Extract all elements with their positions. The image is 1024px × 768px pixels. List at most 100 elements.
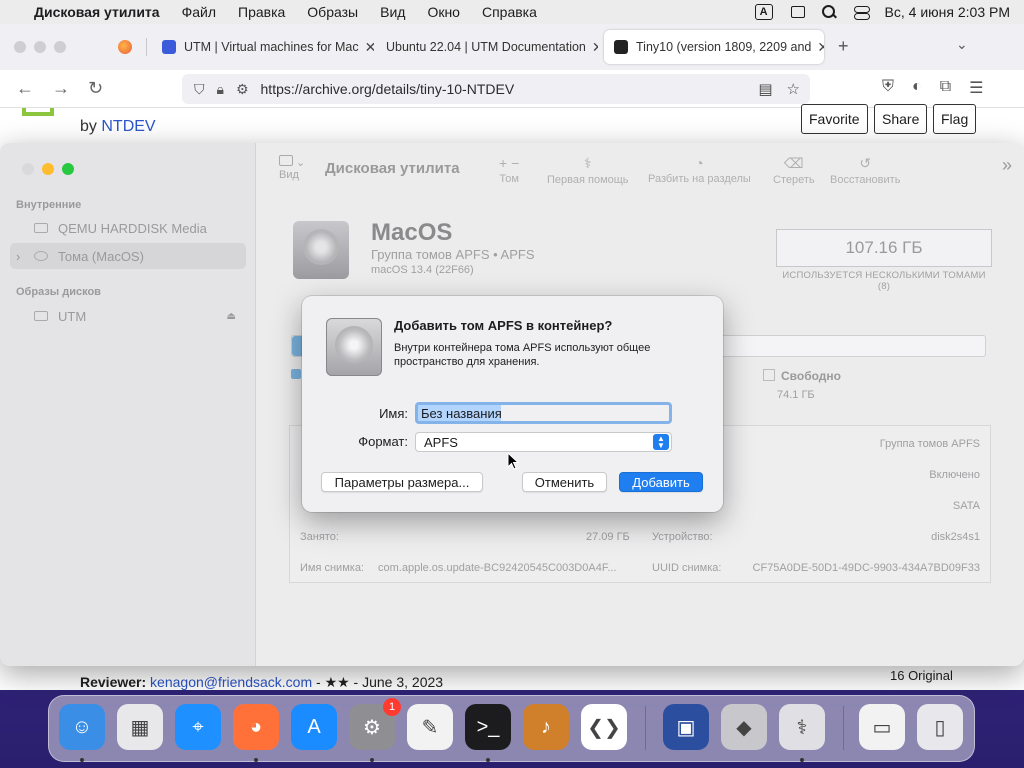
new-tab-plus-icon[interactable]: + <box>838 36 849 57</box>
window-title: Дисковая утилита <box>325 160 460 177</box>
minimize-window-button[interactable] <box>42 163 54 175</box>
dock-disk-utility-icon[interactable]: ⚕ <box>779 704 825 750</box>
tracking-shield-icon[interactable]: ⛉ <box>194 81 205 98</box>
select-stepper-icon[interactable]: ▲ ▼ <box>653 434 669 450</box>
running-indicator <box>486 758 490 762</box>
dock-app-store-icon[interactable]: A <box>291 704 337 750</box>
close-tab-icon[interactable]: ✕ <box>359 39 374 56</box>
sidebar-item-qemu-disk[interactable]: QEMU HARDDISK Media <box>10 215 246 241</box>
dock-firefox-icon[interactable]: ◕ <box>233 704 279 750</box>
account-icon[interactable]: ◐ <box>912 78 922 98</box>
dock-system-settings-icon[interactable]: ⚙ 1 <box>349 698 401 750</box>
sidebar-item-macos-volumes[interactable]: › Тома (MacOS) <box>10 243 246 269</box>
tab-separator <box>146 38 147 56</box>
close-window-button[interactable] <box>22 163 34 175</box>
flag-button[interactable]: Flag <box>933 104 977 134</box>
size-options-button[interactable]: Параметры размера... <box>321 472 483 492</box>
sidebar-item-utm[interactable]: UTM ⏏ <box>10 303 246 329</box>
menu-app-name[interactable]: Дисковая утилита <box>34 4 160 20</box>
bookmark-star-icon[interactable]: ☆ <box>787 80 800 98</box>
menu-view[interactable]: Вид <box>380 4 405 20</box>
input-source-icon[interactable]: A <box>754 4 773 20</box>
format-select[interactable]: APFS ▲ ▼ <box>415 432 672 452</box>
toolbar-first-aid-button[interactable]: ⚕ Первая помощь <box>547 155 629 186</box>
volume-capacity: 107.16 ГБ <box>776 229 992 267</box>
dock-downloads-icon[interactable]: ▭ <box>859 704 905 750</box>
erase-disk-icon: ⌫ <box>783 155 804 171</box>
menu-bar: Дисковая утилита Файл Правка Образы Вид … <box>0 0 1024 24</box>
volume-stack-icon <box>34 251 48 261</box>
stage-manager-icon[interactable] <box>789 5 805 19</box>
spotlight-search-icon[interactable] <box>821 5 837 19</box>
dock-boot-camp-icon[interactable]: ◆ <box>721 704 767 750</box>
cancel-button[interactable]: Отменить <box>522 472 607 492</box>
review-line: Reviewer: kenagon@friendsack.com - ★★ - … <box>80 674 444 690</box>
zoom-window-button[interactable] <box>62 163 74 175</box>
eject-icon[interactable]: ⏏ <box>227 311 236 322</box>
permissions-icon[interactable]: ⚙ <box>236 81 249 98</box>
menu-file[interactable]: Файл <box>182 4 216 20</box>
reader-view-icon[interactable]: ▤ <box>758 80 772 98</box>
zoom-window-button[interactable] <box>54 41 66 53</box>
menu-images[interactable]: Образы <box>307 4 358 20</box>
reviewer-link[interactable]: kenagon@friendsack.com <box>150 674 312 690</box>
toolbar-restore-button[interactable]: ↺ Восстановить <box>830 155 900 186</box>
toolbar-overflow-icon[interactable]: » <box>1002 155 1012 176</box>
close-tab-icon[interactable]: ✕ <box>586 39 598 56</box>
list-tabs-chevron-icon[interactable]: ⌄ <box>956 36 968 53</box>
firefox-view-icon[interactable] <box>118 40 132 54</box>
free-legend-value: 74.1 ГБ <box>777 389 815 401</box>
menu-clock[interactable]: Вс, 4 июня 2:03 PM <box>885 4 1010 20</box>
favorite-button[interactable]: Favorite <box>801 104 868 134</box>
tab-bar: UTM | Virtual machines for Mac ✕ Ubuntu … <box>0 24 1024 70</box>
close-window-button[interactable] <box>14 41 26 53</box>
dock-utm-icon[interactable]: ▣ <box>663 704 709 750</box>
dock-safari-icon[interactable]: ⌖ <box>175 704 221 750</box>
add-button[interactable]: Добавить <box>619 472 703 492</box>
tab-tiny10[interactable]: Tiny10 (version 1809, 2209 and ✕ <box>604 30 824 64</box>
du-traffic-lights <box>22 163 74 175</box>
menu-edit[interactable]: Правка <box>238 4 285 20</box>
menu-help[interactable]: Справка <box>482 4 537 20</box>
url-text[interactable]: https://archive.org/details/tiny-10-NTDE… <box>261 81 515 97</box>
pocket-icon[interactable]: ⛨ <box>882 78 894 98</box>
stethoscope-icon: ⚕ <box>583 155 592 171</box>
toolbar-volume-button[interactable]: + − Том <box>499 155 519 185</box>
forward-arrow-icon[interactable]: → <box>52 78 70 99</box>
running-indicator <box>254 758 258 762</box>
dock-trash-icon[interactable]: ▯ <box>917 704 963 750</box>
view-button[interactable]: ⌄ Вид <box>279 155 305 181</box>
running-indicator <box>370 758 374 762</box>
info-uuid-label: UUID снимка: <box>652 562 722 574</box>
author-link[interactable]: NTDEV <box>101 118 155 135</box>
original-files-count[interactable]: 16 Original <box>890 668 953 683</box>
hard-drive-icon <box>326 318 382 376</box>
toolbar-partition-button[interactable]: ◔ Разбить на разделы <box>648 155 751 185</box>
reload-icon[interactable]: ↻ <box>88 78 103 99</box>
info-snapshot-value: com.apple.os.update-BC92420545C003D0A4F.… <box>378 562 617 574</box>
dock-finder-icon[interactable]: ☺ <box>59 704 105 750</box>
control-center-icon[interactable] <box>853 5 870 20</box>
tab-title: UTM | Virtual machines for Mac <box>184 40 359 54</box>
volume-name: MacOS <box>371 219 453 246</box>
tab-title: Tiny10 (version 1809, 2209 and <box>636 40 812 54</box>
dock-garageband-icon[interactable]: ♪ <box>523 704 569 750</box>
lock-icon[interactable]: 🔒︎ <box>217 81 224 98</box>
dock-vscode-icon[interactable]: ❮❯ <box>581 704 627 750</box>
dock-launchpad-icon[interactable]: ▦ <box>117 704 163 750</box>
tab-ubuntu-docs[interactable]: Ubuntu 22.04 | UTM Documentation ✕ <box>376 30 598 64</box>
url-bar[interactable]: ⛉ 🔒︎ ⚙ https://archive.org/details/tiny-… <box>182 74 810 104</box>
minimize-window-button[interactable] <box>34 41 46 53</box>
disclosure-chevron-icon[interactable]: › <box>16 249 20 264</box>
menu-window[interactable]: Окно <box>427 4 460 20</box>
extensions-icon[interactable]: ⧉ <box>940 78 951 98</box>
hamburger-menu-icon[interactable]: ☰ <box>969 78 983 98</box>
dock-terminal-icon[interactable]: >_ <box>465 704 511 750</box>
volume-name-input[interactable] <box>415 402 672 424</box>
share-button[interactable]: Share <box>874 104 928 134</box>
back-arrow-icon[interactable]: ← <box>16 78 34 99</box>
tab-utm[interactable]: UTM | Virtual machines for Mac ✕ <box>152 30 374 64</box>
toolbar-erase-button[interactable]: ⌫ Стереть <box>773 155 815 186</box>
dock-textedit-icon[interactable]: ✎ <box>407 704 453 750</box>
close-tab-icon[interactable]: ✕ <box>811 39 824 56</box>
